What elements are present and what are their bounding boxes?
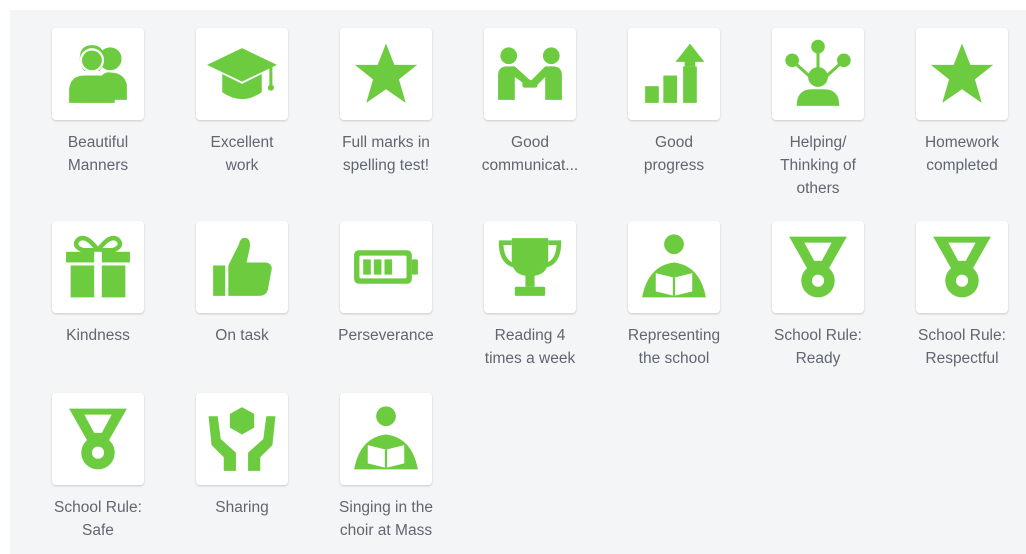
skill-label: Full marks in spelling test! <box>342 134 430 174</box>
skill-tile[interactable] <box>52 28 144 120</box>
skill-label: Singing in the choir at Mass <box>339 499 433 539</box>
skill-tile[interactable] <box>52 393 144 485</box>
skill-excellent-work[interactable]: Excellent work <box>170 28 314 221</box>
medal-icon <box>69 408 127 470</box>
skill-school-rule-respectful[interactable]: School Rule: Respectful <box>890 221 1026 393</box>
skill-representing-the-school[interactable]: Representing the school <box>602 221 746 393</box>
skill-school-rule-safe[interactable]: School Rule: Safe <box>26 393 170 553</box>
skill-tile[interactable] <box>772 28 864 120</box>
skill-label: Beautiful Manners <box>67 134 129 174</box>
skill-tile[interactable] <box>916 221 1008 313</box>
skill-label: School Rule: Ready <box>774 327 862 367</box>
reader-icon <box>354 406 418 470</box>
skill-beautiful-manners[interactable]: Beautiful Manners <box>26 28 170 221</box>
people-icon <box>69 45 127 103</box>
skill-full-marks-spelling[interactable]: Full marks in spelling test! <box>314 28 458 221</box>
skill-tile[interactable] <box>340 221 432 313</box>
skill-good-communication[interactable]: Good communicat... <box>458 28 602 221</box>
skill-tile[interactable] <box>916 28 1008 120</box>
skill-kindness[interactable]: Kindness <box>26 221 170 393</box>
skills-grid: Beautiful Manners Excellent work Full ma… <box>26 28 1026 553</box>
skill-label: Sharing <box>215 499 269 516</box>
skill-helping-thinking-of-others[interactable]: Helping/ Thinking of others <box>746 28 890 221</box>
graduation-cap-icon <box>207 48 277 100</box>
skill-perseverance[interactable]: Perseverance <box>314 221 458 393</box>
skill-label: Excellent work <box>210 134 274 174</box>
skill-tile[interactable] <box>196 221 288 313</box>
medal-icon <box>933 236 991 298</box>
skill-label: On task <box>215 327 269 344</box>
growth-chart-icon <box>645 43 705 103</box>
skill-label: Kindness <box>66 327 130 344</box>
star-icon <box>930 43 994 103</box>
sharing-hands-icon <box>208 407 276 471</box>
battery-icon <box>354 250 418 284</box>
skill-tile[interactable] <box>340 393 432 485</box>
skills-panel: Beautiful Manners Excellent work Full ma… <box>10 10 1026 554</box>
skill-tile[interactable] <box>628 221 720 313</box>
skill-tile[interactable] <box>484 221 576 313</box>
skill-tile[interactable] <box>628 28 720 120</box>
skill-tile[interactable] <box>52 221 144 313</box>
skill-label: Good communicat... <box>481 134 579 174</box>
skill-label: Good progress <box>643 134 705 174</box>
gift-icon <box>66 235 130 298</box>
idea-network-icon <box>785 39 851 106</box>
skill-tile[interactable] <box>196 28 288 120</box>
skill-good-progress[interactable]: Good progress <box>602 28 746 221</box>
thumbs-up-icon <box>213 237 272 296</box>
handshake-icon <box>498 47 562 100</box>
skill-label: Homework completed <box>924 134 1000 174</box>
skill-tile[interactable] <box>484 28 576 120</box>
skill-label: Reading 4 times a week <box>484 327 576 367</box>
trophy-icon <box>498 238 562 296</box>
skill-tile[interactable] <box>196 393 288 485</box>
medal-icon <box>789 236 847 298</box>
skill-tile[interactable] <box>772 221 864 313</box>
skill-tile[interactable] <box>340 28 432 120</box>
reader-icon <box>642 234 706 298</box>
skill-on-task[interactable]: On task <box>170 221 314 393</box>
skill-label: School Rule: Respectful <box>918 327 1006 367</box>
skill-school-rule-ready[interactable]: School Rule: Ready <box>746 221 890 393</box>
skill-label: Perseverance <box>338 327 434 344</box>
star-icon <box>354 43 418 103</box>
skill-singing-in-the-choir[interactable]: Singing in the choir at Mass <box>314 393 458 553</box>
skill-reading-4-times-a-week[interactable]: Reading 4 times a week <box>458 221 602 393</box>
skill-label: Helping/ Thinking of others <box>780 134 856 197</box>
skill-homework-completed[interactable]: Homework completed <box>890 28 1026 221</box>
skill-label: Representing the school <box>627 327 721 367</box>
skill-sharing[interactable]: Sharing <box>170 393 314 553</box>
skill-label: School Rule: Safe <box>54 499 142 539</box>
